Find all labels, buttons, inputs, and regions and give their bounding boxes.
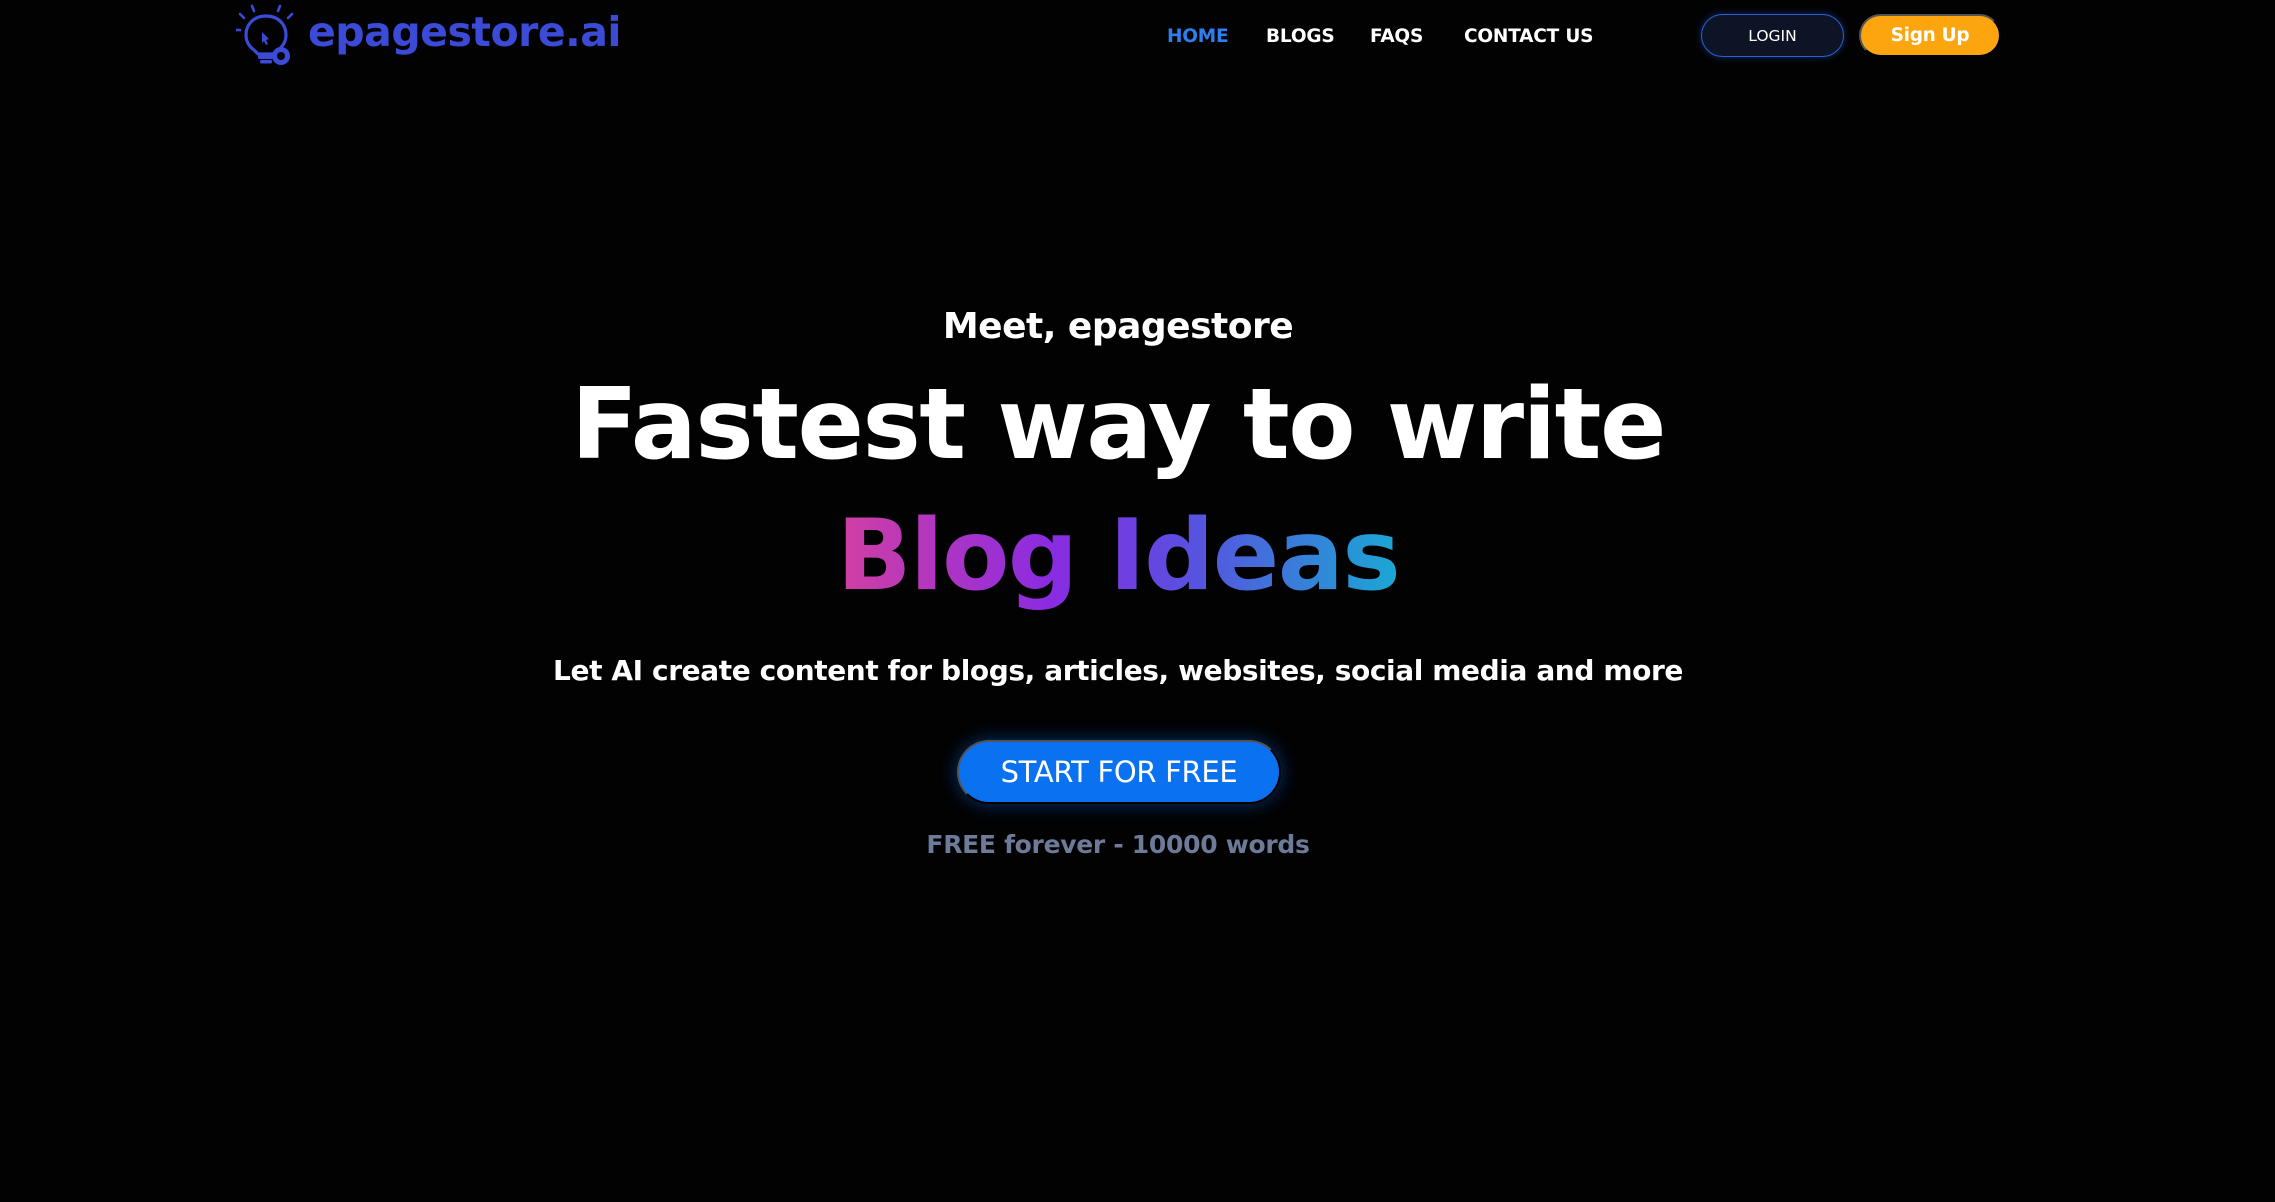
nav-contact-us[interactable]: CONTACT US [1464,26,1593,47]
hero-title: Fastest way to write [571,368,1667,482]
hero-highlight-text: Blog Ideas [836,499,1401,613]
login-button[interactable]: LOGIN [1701,14,1844,57]
nav-home[interactable]: HOME [1167,26,1229,47]
hero-subtitle: Let AI create content for blogs, article… [553,654,1683,687]
top-navbar: epagestore.ai HOME BLOGS FAQS CONTACT US… [0,0,2275,72]
brand-logo-link[interactable]: epagestore.ai [236,4,621,66]
free-plan-note: FREE forever - 10000 words [926,830,1310,859]
start-for-free-button[interactable]: START FOR FREE [957,740,1281,804]
landing-page: epagestore.ai HOME BLOGS FAQS CONTACT US… [0,0,2275,1202]
sign-up-button[interactable]: Sign Up [1859,14,2001,57]
lightbulb-icon [236,4,294,65]
nav-blogs[interactable]: BLOGS [1266,26,1335,47]
hero-eyebrow: Meet, epagestore [942,306,1294,347]
hero-highlight: Blog Ideas [0,507,2236,605]
nav-faqs[interactable]: FAQS [1370,26,1423,47]
brand-name: epagestore.ai [308,7,621,56]
